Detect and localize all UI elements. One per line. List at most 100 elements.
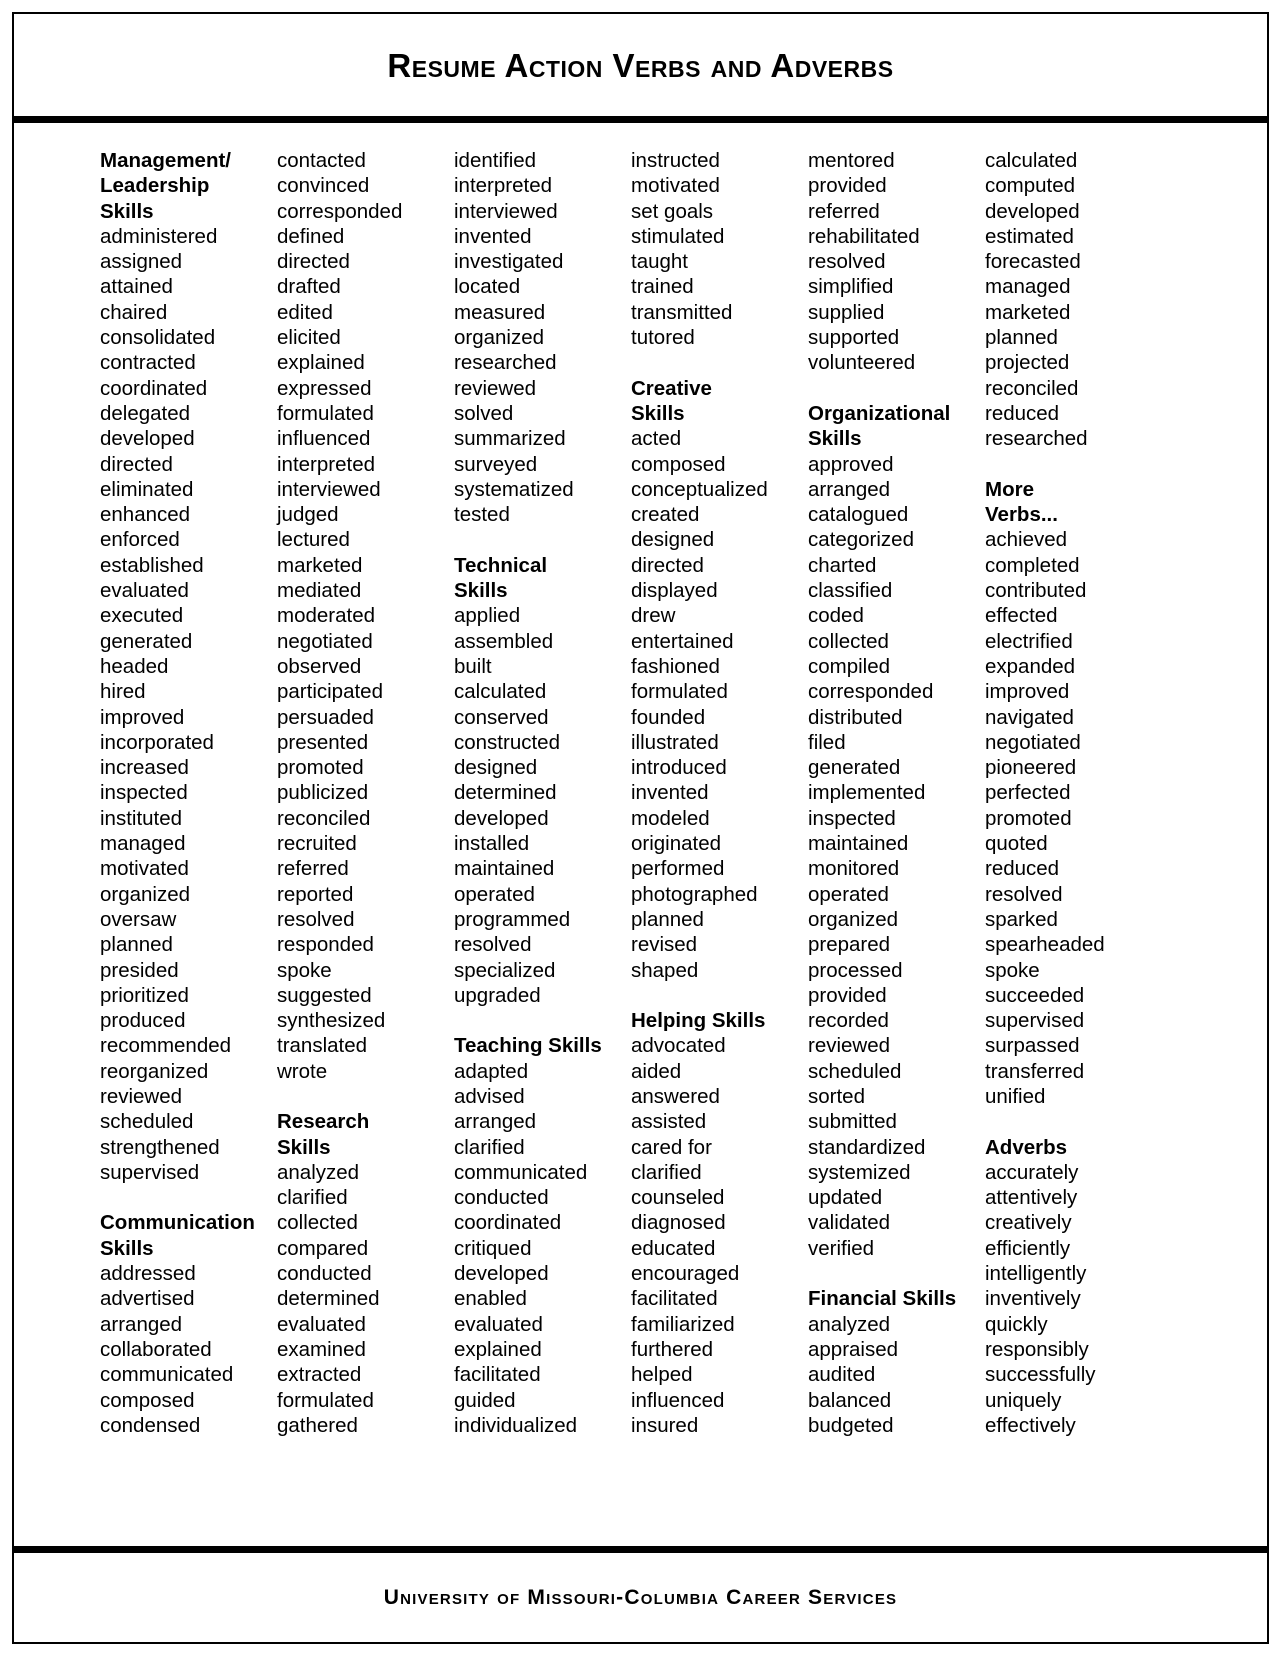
verb-item: conserved: [454, 705, 549, 729]
verb-item: clarified: [631, 1160, 702, 1184]
verb-item: promoted: [277, 756, 364, 780]
verb-item: collaborated: [100, 1337, 212, 1361]
verb-item: translated: [277, 1034, 368, 1058]
verb-item: convinced: [277, 174, 370, 198]
verb-item: cared for: [631, 1135, 712, 1159]
verb-item: clarified: [454, 1135, 525, 1159]
verb-item: perfected: [985, 781, 1071, 805]
verb-item: critiqued: [454, 1236, 532, 1260]
verb-item: planned: [100, 933, 173, 957]
verb-item: estimated: [985, 224, 1074, 248]
footer-organization: University of Missouri-Columbia Career S…: [383, 1585, 898, 1609]
verb-item: coded: [808, 604, 864, 628]
verb-item: strengthened: [100, 1135, 220, 1159]
verb-item: interpreted: [277, 452, 376, 476]
verb-item: instructed: [631, 149, 720, 172]
verb-item: observed: [277, 654, 362, 678]
verb-columns: Management/Leadership Skills administered a…: [100, 148, 1221, 1536]
verb-item: surpassed: [985, 1034, 1080, 1058]
verb-item: designed: [631, 528, 715, 552]
category-heading: Skills: [277, 1135, 331, 1159]
verb-item: generated: [100, 629, 193, 653]
verb-item: assigned: [100, 250, 183, 274]
verb-item: catalogued: [808, 503, 909, 527]
footer-rule: [14, 1546, 1267, 1553]
verb-item: attentively: [985, 1186, 1078, 1210]
verb-item: organized: [454, 326, 545, 350]
verb-item: built: [454, 654, 492, 678]
verb-item: evaluated: [277, 1312, 366, 1336]
verb-item: introduced: [631, 756, 727, 780]
verb-item: intelligently: [985, 1262, 1087, 1286]
verb-item: marketed: [985, 300, 1071, 324]
verb-item: verified: [808, 1236, 875, 1260]
verb-item: presented: [277, 730, 369, 754]
verb-item: supervised: [100, 1160, 200, 1184]
verb-item: transmitted: [631, 300, 733, 324]
verb-item: instituted: [100, 806, 183, 830]
verb-item: processed: [808, 958, 903, 982]
verb-item: installed: [454, 832, 530, 856]
verb-item: researched: [985, 427, 1088, 451]
verb-item: resolved: [277, 907, 355, 931]
document-footer: University of Missouri-Columbia Career S…: [14, 1553, 1267, 1642]
verb-item: diagnosed: [631, 1211, 726, 1235]
verb-item: achieved: [985, 528, 1068, 552]
category-heading: Skills: [808, 427, 862, 451]
verb-item: drafted: [277, 275, 341, 299]
verb-item: unified: [985, 1084, 1046, 1108]
category-heading: Verbs...: [985, 503, 1058, 527]
verb-item: improved: [985, 680, 1070, 704]
verb-item: delegated: [100, 401, 191, 425]
verb-item: oversaw: [100, 907, 177, 931]
verb-item: sparked: [985, 907, 1058, 931]
verb-item: explained: [454, 1337, 542, 1361]
verb-item: managed: [100, 832, 186, 856]
verb-item: referred: [808, 199, 880, 223]
verb-item: set goals: [631, 199, 714, 223]
verb-item: budgeted: [808, 1413, 894, 1437]
verb-item: motivated: [100, 857, 189, 881]
verb-item: rehabilitated: [808, 224, 920, 248]
verb-item: determined: [277, 1287, 380, 1311]
verb-item: conducted: [454, 1186, 549, 1210]
verb-item: located: [454, 275, 521, 299]
verb-item: assisted: [631, 1110, 707, 1134]
verb-item: composed: [100, 1388, 195, 1412]
verb-item: categorized: [808, 528, 914, 552]
verb-item: applied: [454, 604, 521, 628]
verb-item: recruited: [277, 832, 357, 856]
verb-item: submitted: [808, 1110, 897, 1134]
verb-item: supplied: [808, 300, 885, 324]
verb-item: maintained: [454, 857, 555, 881]
verb-item: modeled: [631, 806, 710, 830]
verb-item: synthesized: [277, 1009, 386, 1033]
verb-item: evaluated: [454, 1312, 543, 1336]
verb-item: supported: [808, 326, 900, 350]
verb-item: adapted: [454, 1059, 529, 1083]
verb-item: headed: [100, 654, 169, 678]
verb-item: trained: [631, 275, 694, 299]
category-heading: Creative: [631, 376, 712, 400]
verb-item: founded: [631, 705, 706, 729]
verb-item: extracted: [277, 1363, 362, 1387]
column-6: calculated computed developed estimated fore…: [985, 148, 1185, 1438]
verb-item: expressed: [277, 376, 372, 400]
verb-item: inventively: [985, 1287, 1081, 1311]
verb-item: incorporated: [100, 730, 214, 754]
column-4: instructed motivated set goals stimulated ta…: [631, 148, 808, 1438]
verb-item: referred: [277, 857, 349, 881]
verb-item: entertained: [631, 629, 734, 653]
verb-item: standardized: [808, 1135, 926, 1159]
verb-item: classified: [808, 579, 893, 603]
verb-item: advocated: [631, 1034, 726, 1058]
verb-item: marketed: [277, 553, 363, 577]
verb-item: coordinated: [100, 376, 208, 400]
verb-item: approved: [808, 452, 894, 476]
verb-item: tested: [454, 503, 510, 527]
verb-item: facilitated: [631, 1287, 718, 1311]
